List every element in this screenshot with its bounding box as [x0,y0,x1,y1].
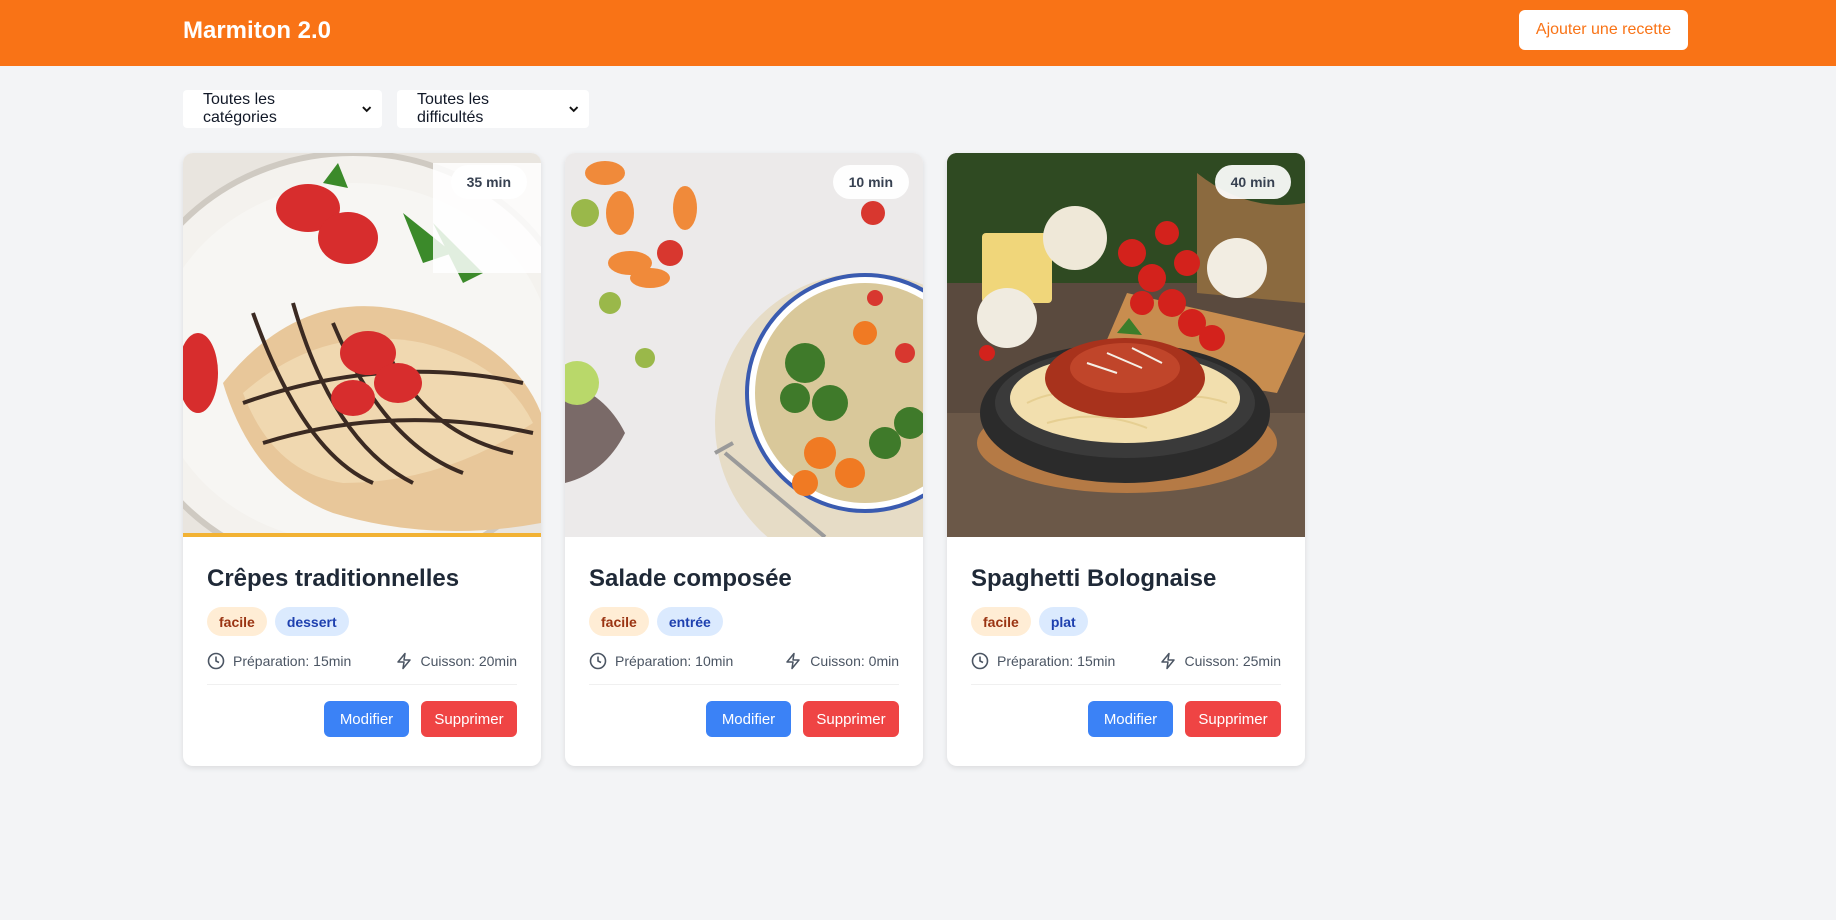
lightning-icon [786,652,801,670]
difficulty-tag: facile [589,607,649,636]
cook-time-label: Cuisson: 20min [420,653,518,669]
cook-time-label: Cuisson: 25min [1184,653,1282,669]
time-badge: 35 min [450,165,527,199]
category-select[interactable]: Toutes les catégories [183,90,382,128]
recipe-image-salade[interactable]: 10 min [565,153,923,537]
add-recipe-button[interactable]: Ajouter une recette [1519,10,1688,50]
cook-time: Cuisson: 20min [395,652,518,670]
recipe-card[interactable]: 40 min Spaghetti Bolognaise facile plat … [947,153,1305,766]
lightning-icon [1160,652,1175,670]
recipe-card[interactable]: 35 min Crêpes traditionnelles facile des… [183,153,541,766]
difficulty-tag: facile [207,607,267,636]
cook-time: Cuisson: 25min [1159,652,1282,670]
difficulty-select-value: Toutes les difficultés [417,91,490,126]
delete-button[interactable]: Supprimer [1185,701,1281,737]
recipe-title: Spaghetti Bolognaise [971,565,1217,592]
recipe-image-crepes[interactable]: 35 min [183,153,541,537]
chevron-down-icon [568,106,578,113]
category-tag: dessert [274,607,349,636]
lightning-icon [396,652,411,670]
prep-time: Préparation: 15min [971,652,1115,670]
recipe-card[interactable]: 10 min Salade composée facile entrée Pré… [565,153,923,766]
difficulty-select[interactable]: Toutes les difficultés [397,90,589,128]
time-badge: 10 min [832,165,909,199]
time-badge: 40 min [1214,165,1291,199]
recipe-title: Salade composée [589,565,792,592]
delete-button[interactable]: Supprimer [803,701,899,737]
app-brand[interactable]: Marmiton 2.0 [183,17,331,45]
clock-icon [207,652,225,670]
category-tag: plat [1038,607,1088,636]
clock-icon [971,652,989,670]
edit-button[interactable]: Modifier [324,701,409,737]
top-navbar: Marmiton 2.0 Ajouter une recette [0,0,1836,66]
prep-time: Préparation: 10min [589,652,733,670]
crepes-photo [183,153,541,537]
spaghetti-photo [947,153,1305,537]
edit-button[interactable]: Modifier [706,701,791,737]
recipe-grid: 35 min Crêpes traditionnelles facile des… [183,153,1305,766]
category-tag: entrée [656,607,723,636]
clock-icon [589,652,607,670]
prep-time-label: Préparation: 15min [233,653,352,669]
recipe-image-spaghetti[interactable]: 40 min [947,153,1305,537]
prep-time: Préparation: 15min [207,652,351,670]
delete-button[interactable]: Supprimer [421,701,517,737]
category-select-value: Toutes les catégories [203,91,277,126]
cook-time-label: Cuisson: 0min [810,653,899,669]
edit-button[interactable]: Modifier [1088,701,1173,737]
filter-bar: Toutes les catégories Toutes les difficu… [183,90,589,128]
salade-photo [565,153,923,537]
prep-time-label: Préparation: 10min [615,653,734,669]
chevron-down-icon [361,106,371,113]
prep-time-label: Préparation: 15min [997,653,1116,669]
recipe-title: Crêpes traditionnelles [207,565,460,592]
difficulty-tag: facile [971,607,1031,636]
cook-time: Cuisson: 0min [784,652,899,670]
